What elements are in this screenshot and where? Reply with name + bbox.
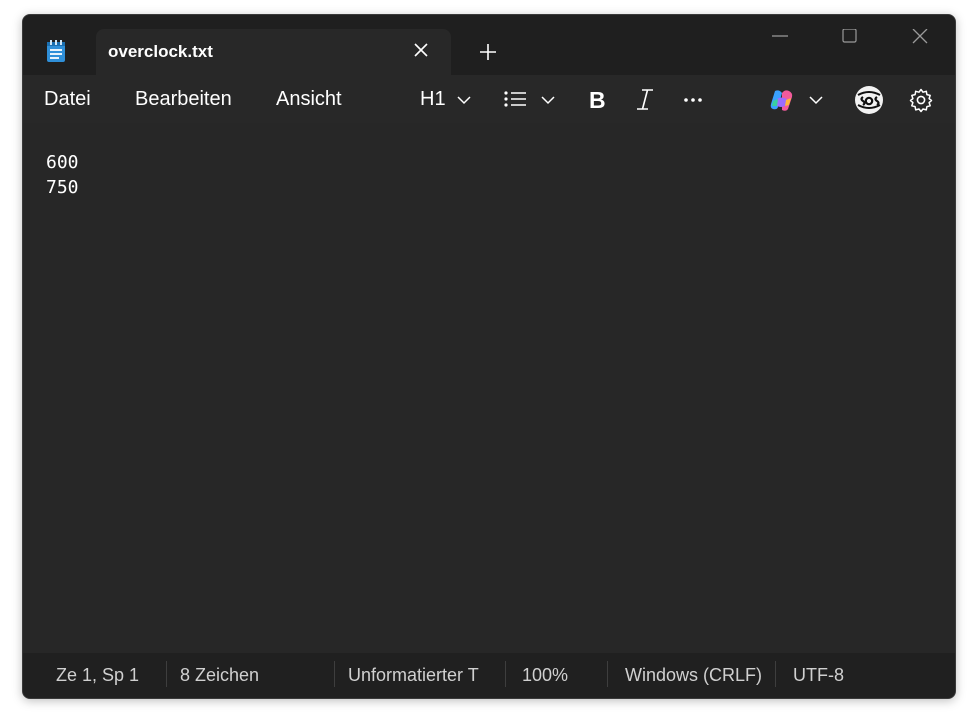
status-divider: [505, 661, 506, 687]
bold-icon: B: [589, 87, 606, 113]
notepad-window: overclock.txt Datei Bearbeiten Ansicht H…: [22, 14, 956, 699]
more-icon: [684, 98, 702, 102]
status-divider: [775, 661, 776, 687]
chevron-down-icon: [541, 96, 555, 105]
copilot-icon: [770, 90, 793, 111]
title-bar: overclock.txt: [23, 15, 955, 75]
gear-icon[interactable]: [908, 87, 934, 113]
menu-view[interactable]: Ansicht: [276, 88, 342, 111]
menu-bar: Datei Bearbeiten Ansicht H1 B: [23, 75, 955, 123]
heading-dropdown[interactable]: H1: [420, 87, 472, 113]
bold-button[interactable]: B: [588, 87, 608, 113]
status-divider: [334, 661, 335, 687]
tab-title: overclock.txt: [108, 42, 213, 61]
status-line-ending[interactable]: Windows (CRLF): [625, 665, 762, 686]
menu-edit[interactable]: Bearbeiten: [135, 88, 232, 111]
maximize-icon[interactable]: [829, 28, 869, 57]
copilot-dropdown[interactable]: [769, 87, 825, 113]
status-encoding[interactable]: UTF-8: [793, 665, 844, 686]
editor-content[interactable]: 600 750: [46, 150, 79, 200]
status-zoom[interactable]: 100%: [522, 665, 568, 686]
close-window-icon[interactable]: [900, 28, 940, 57]
menu-file[interactable]: Datei: [44, 88, 91, 111]
avatar[interactable]: [854, 85, 884, 115]
chevron-down-icon: [457, 96, 471, 105]
status-divider: [607, 661, 608, 687]
status-char-count: 8 Zeichen: [180, 665, 260, 685]
italic-icon: [637, 89, 653, 110]
plus-icon[interactable]: [479, 43, 497, 61]
chevron-down-icon: [809, 96, 823, 105]
more-button[interactable]: [683, 87, 705, 113]
tab-overclock[interactable]: overclock.txt: [96, 29, 451, 75]
close-icon[interactable]: [413, 42, 429, 58]
status-cursor-position: Ze 1, Sp 1: [56, 665, 140, 685]
status-bar: Ze 1, Sp 1 8 Zeichen Unformatierter T 10…: [23, 653, 955, 698]
text-editor[interactable]: 600 750: [23, 123, 955, 653]
list-icon: [504, 91, 526, 107]
status-format[interactable]: Unformatierter T: [348, 665, 482, 686]
list-dropdown[interactable]: [504, 87, 556, 113]
italic-button[interactable]: [635, 87, 655, 113]
status-divider: [166, 661, 167, 687]
notepad-icon: [46, 39, 66, 63]
heading-label: H1: [420, 88, 446, 110]
svg-text:B: B: [589, 87, 606, 113]
minimize-icon[interactable]: [760, 29, 800, 57]
